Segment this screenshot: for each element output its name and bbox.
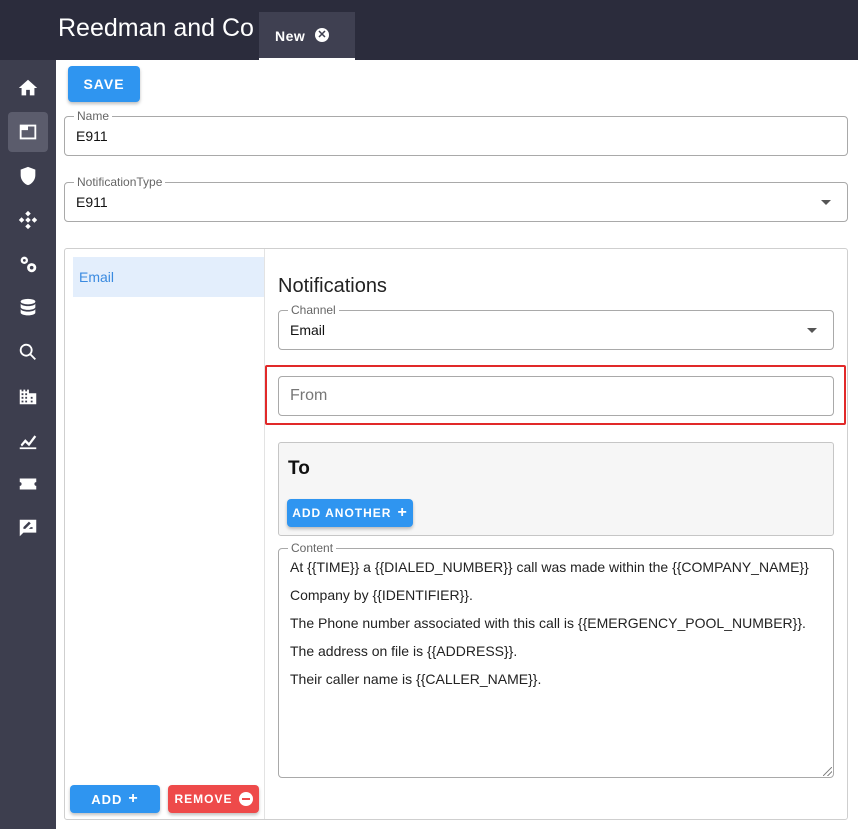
content-line: At {{TIME}} a {{DIALED_NUMBER}} call was… [290, 559, 809, 575]
save-button[interactable]: SAVE [68, 66, 140, 102]
sidebar-item-feedback[interactable] [8, 508, 48, 548]
to-section: To ADD ANOTHER + [278, 442, 834, 536]
name-field-value: E911 [76, 128, 108, 144]
content-label: Content [288, 541, 337, 555]
name-field-label: Name [74, 109, 113, 123]
database-icon [20, 298, 36, 316]
minus-circle-icon [238, 792, 253, 806]
from-input[interactable] [278, 376, 834, 416]
tab-new[interactable]: New ✕ [259, 12, 355, 60]
remove-button-label: REMOVE [174, 792, 233, 806]
ticket-icon [19, 478, 37, 490]
plus-icon: + [397, 504, 408, 521]
sidebar-item-building[interactable] [8, 376, 48, 416]
channel-label: Channel [288, 303, 339, 317]
resize-handle[interactable] [823, 767, 832, 776]
sidebar-item-window[interactable] [8, 112, 48, 152]
sidebar-item-settings[interactable] [8, 244, 48, 284]
sidebar-item-database[interactable] [8, 288, 48, 328]
gears-icon [20, 256, 37, 273]
add-button[interactable]: ADD + [70, 785, 160, 813]
close-icon[interactable]: ✕ [315, 28, 329, 42]
add-another-label: ADD ANOTHER [292, 506, 392, 520]
content-line: Company by {{IDENTIFIER}}. [290, 587, 473, 603]
notification-type-value: E911 [76, 194, 108, 210]
add-button-label: ADD [91, 791, 123, 807]
sidebar-item-home[interactable] [8, 68, 48, 108]
remove-button[interactable]: REMOVE [168, 785, 259, 813]
content-line: Their caller name is {{CALLER_NAME}}. [290, 671, 542, 687]
notification-type-select[interactable]: NotificationType E911 [64, 175, 848, 222]
window-icon [19, 124, 37, 140]
feedback-icon [19, 519, 37, 537]
sidebar [0, 60, 56, 829]
content-line: The address on file is {{ADDRESS}}. [290, 643, 518, 659]
sidebar-item-analytics[interactable] [8, 420, 48, 460]
shield-icon [20, 166, 36, 186]
sidebar-item-network[interactable] [8, 200, 48, 240]
building-icon [19, 389, 37, 405]
add-another-button[interactable]: ADD ANOTHER + [287, 499, 413, 527]
channel-list: Email [65, 249, 265, 819]
sidebar-item-shield[interactable] [8, 156, 48, 196]
list-item-label: Email [79, 269, 115, 285]
notifications-title: Notifications [278, 275, 387, 297]
name-field[interactable]: Name E911 [64, 109, 848, 156]
plus-icon: + [128, 790, 139, 807]
tab-label: New [275, 28, 306, 44]
channel-select[interactable]: Channel Email [278, 303, 834, 350]
list-item[interactable]: Email [73, 257, 264, 297]
content-line: The Phone number associated with this ca… [290, 615, 806, 631]
top-bar: Reedman and Co New ✕ [0, 0, 858, 60]
sidebar-item-ticket[interactable] [8, 464, 48, 504]
chevron-down-icon [821, 200, 831, 205]
chart-icon [19, 435, 37, 450]
search-icon [19, 343, 36, 360]
network-icon [18, 210, 38, 230]
chevron-down-icon [807, 328, 817, 333]
content-textarea[interactable]: Content At {{TIME}} a {{DIALED_NUMBER}} … [278, 541, 834, 778]
home-icon [18, 79, 38, 96]
channel-value: Email [290, 322, 326, 338]
app-title: Reedman and Co [58, 14, 254, 42]
to-title: To [288, 458, 310, 479]
sidebar-item-search[interactable] [8, 332, 48, 372]
notification-type-label: NotificationType [74, 175, 166, 189]
